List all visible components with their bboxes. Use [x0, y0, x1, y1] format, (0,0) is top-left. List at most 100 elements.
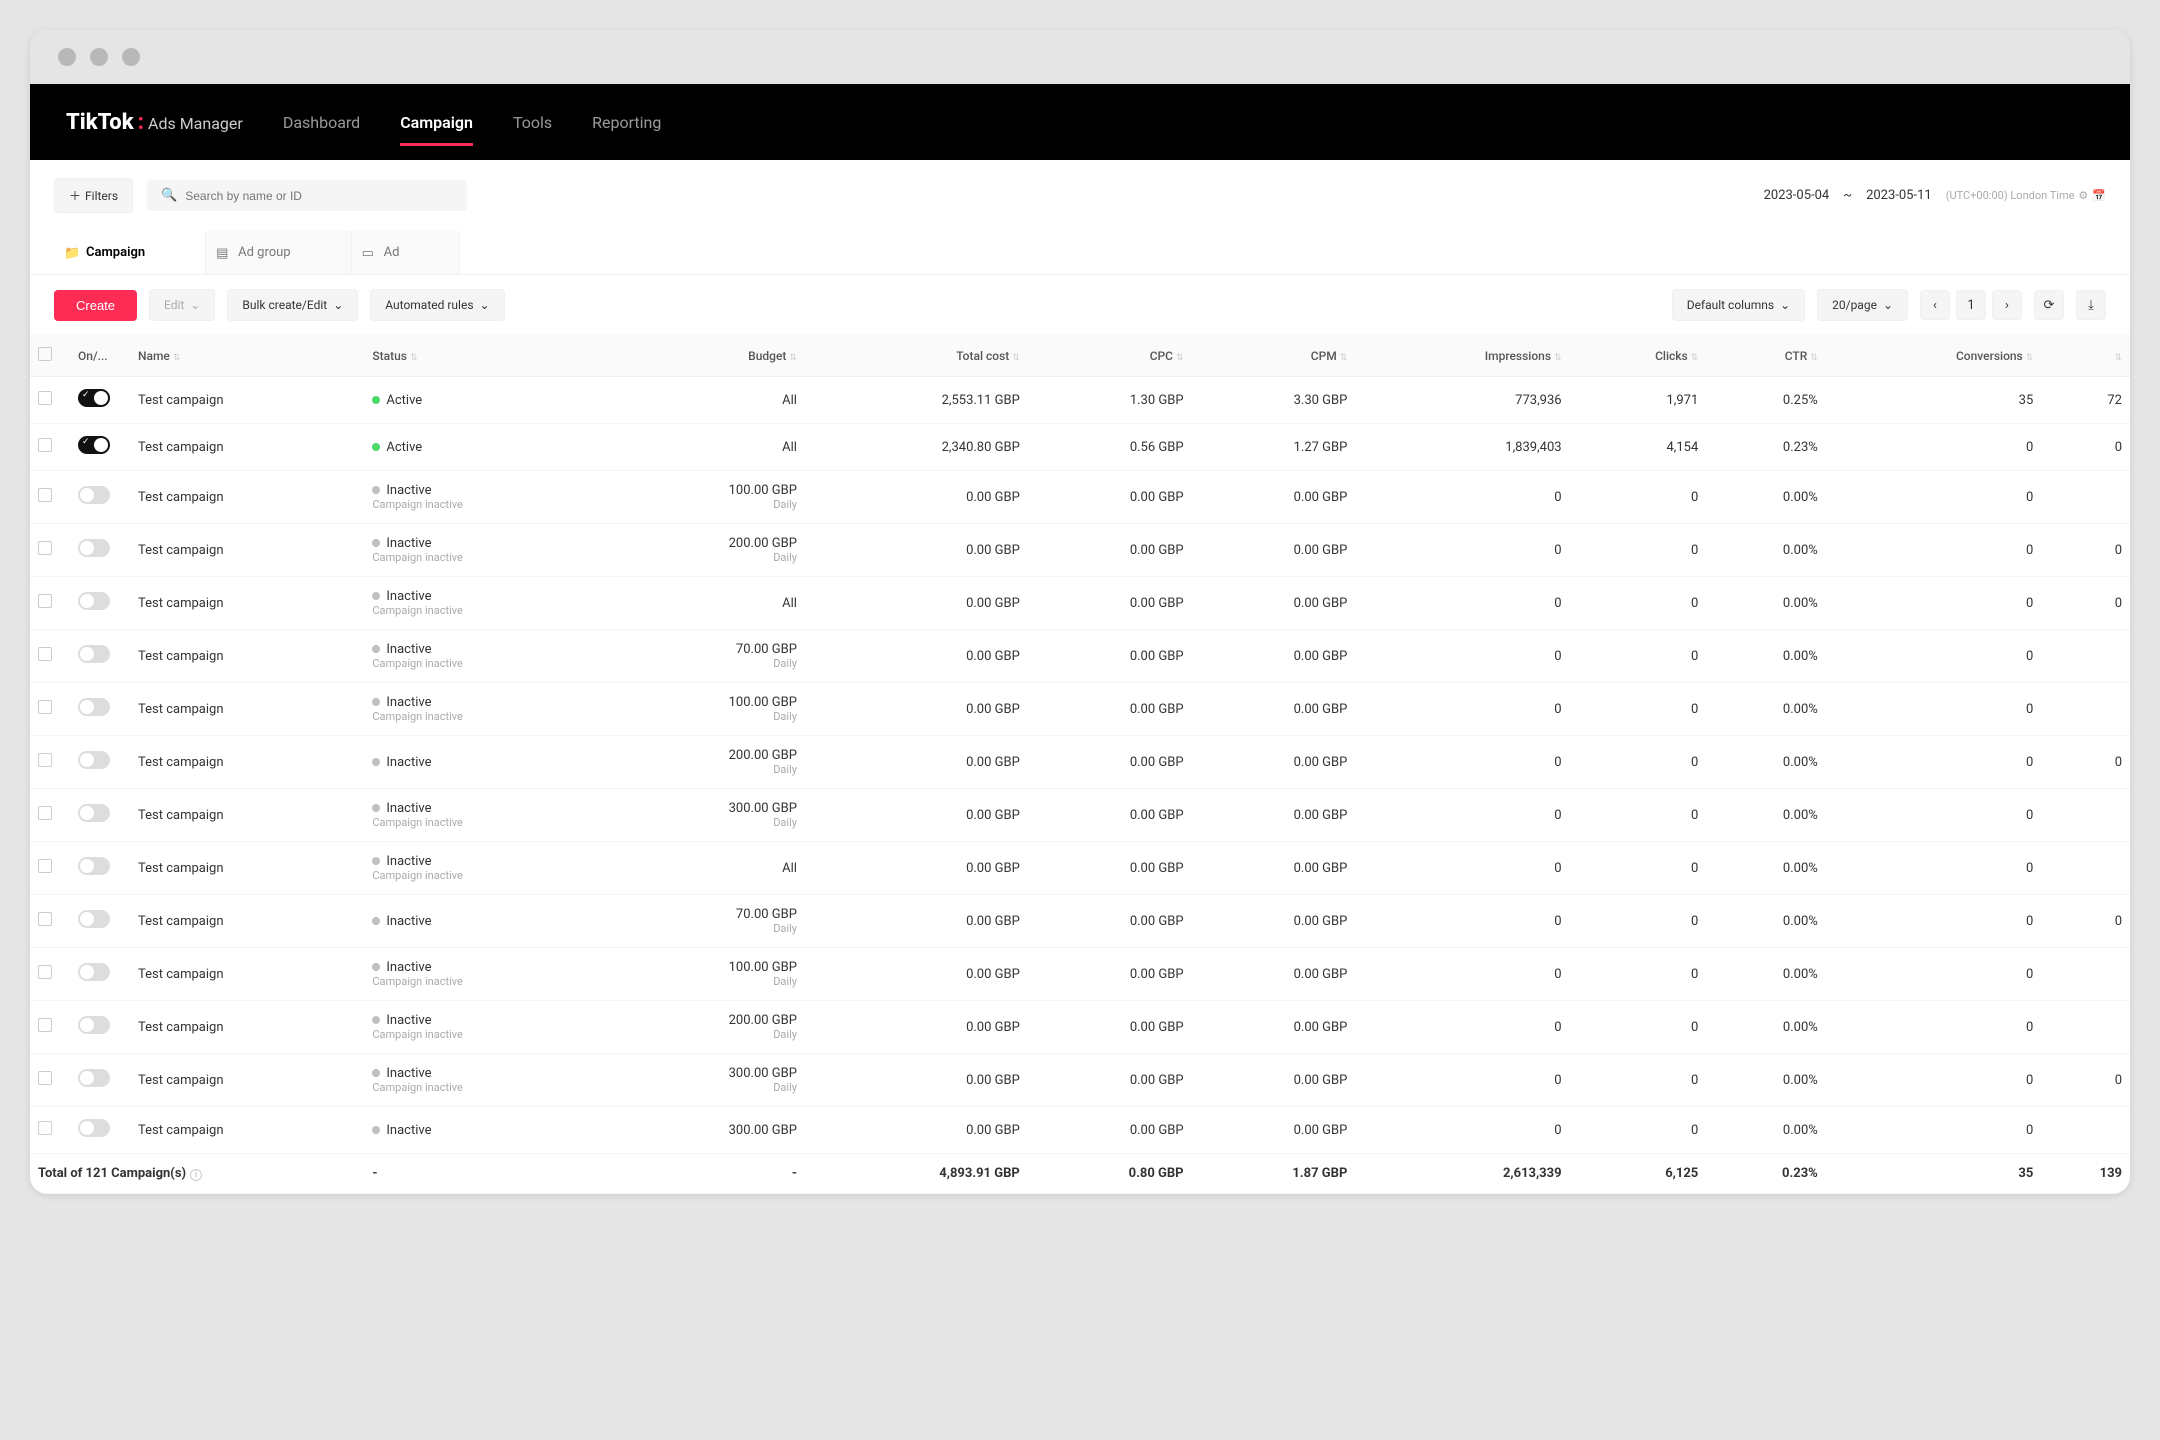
row-toggle[interactable]	[78, 645, 110, 663]
window-dot[interactable]	[58, 48, 76, 66]
row-checkbox[interactable]	[38, 806, 52, 820]
col-ck[interactable]	[30, 335, 70, 377]
page-number[interactable]: 1	[1956, 290, 1986, 320]
row-toggle[interactable]	[78, 698, 110, 716]
col-ck[interactable]: ⇅	[2041, 335, 2130, 377]
row-checkbox[interactable]	[38, 647, 52, 661]
window-dot[interactable]	[122, 48, 140, 66]
row-toggle[interactable]	[78, 486, 110, 504]
row-checkbox[interactable]	[38, 594, 52, 608]
row-checkbox[interactable]	[38, 488, 52, 502]
col-status[interactable]: Status⇅	[364, 335, 610, 377]
row-checkbox[interactable]	[38, 859, 52, 873]
row-name[interactable]: Test campaign	[130, 524, 364, 577]
row-cpm: 0.00 GBP	[1192, 630, 1356, 683]
row-name[interactable]: Test campaign	[130, 1054, 364, 1107]
sort-icon: ⇅	[1554, 353, 1562, 363]
create-button[interactable]: Create	[54, 290, 137, 321]
row-toggle[interactable]	[78, 1119, 110, 1137]
row-cpm: 0.00 GBP	[1192, 789, 1356, 842]
filters-button[interactable]: ＋ Filters	[54, 178, 133, 213]
col-clicks[interactable]: Clicks⇅	[1570, 335, 1707, 377]
row-checkbox[interactable]	[38, 438, 52, 452]
row-name[interactable]: Test campaign	[130, 1001, 364, 1054]
nav-item-dashboard[interactable]: Dashboard	[283, 87, 360, 158]
edit-button[interactable]: Edit ⌄	[149, 289, 215, 321]
row-toggle[interactable]	[78, 1016, 110, 1034]
row-name[interactable]: Test campaign	[130, 895, 364, 948]
bulk-button[interactable]: Bulk create/Edit ⌄	[227, 289, 358, 321]
row-name[interactable]: Test campaign	[130, 683, 364, 736]
status-dot-icon	[372, 963, 380, 971]
status-dot-icon	[372, 698, 380, 706]
tab-campaign[interactable]: 📁Campaign	[54, 231, 206, 274]
row-name[interactable]: Test campaign	[130, 948, 364, 1001]
row-name[interactable]: Test campaign	[130, 1107, 364, 1154]
row-toggle[interactable]	[78, 1069, 110, 1087]
row-cpm: 0.00 GBP	[1192, 1001, 1356, 1054]
row-name[interactable]: Test campaign	[130, 471, 364, 524]
col-cpm[interactable]: CPM⇅	[1192, 335, 1356, 377]
row-checkbox[interactable]	[38, 1121, 52, 1135]
checkbox-all[interactable]	[38, 347, 52, 361]
row-ext	[2041, 842, 2130, 895]
row-cost: 0.00 GBP	[805, 471, 1028, 524]
col-budget[interactable]: Budget⇅	[610, 335, 805, 377]
row-toggle[interactable]	[78, 910, 110, 928]
row-toggle[interactable]	[78, 539, 110, 557]
nav-item-campaign[interactable]: Campaign	[400, 87, 473, 158]
col-total-cost[interactable]: Total cost⇅	[805, 335, 1028, 377]
row-toggle[interactable]	[78, 751, 110, 769]
row-checkbox[interactable]	[38, 541, 52, 555]
prev-page-button[interactable]: ‹	[1920, 290, 1950, 320]
col-on-[interactable]: On/...	[70, 335, 130, 377]
row-checkbox[interactable]	[38, 391, 52, 405]
row-checkbox[interactable]	[38, 700, 52, 714]
tab-ad[interactable]: ▭Ad	[352, 231, 461, 274]
per-page-select[interactable]: 20/page ⌄	[1817, 289, 1908, 321]
row-toggle[interactable]	[78, 857, 110, 875]
date-from[interactable]: 2023-05-04	[1764, 188, 1830, 203]
export-button[interactable]: ⤓	[2076, 290, 2106, 320]
col-name[interactable]: Name⇅	[130, 335, 364, 377]
refresh-button[interactable]: ⟳	[2034, 290, 2064, 320]
col-conversions[interactable]: Conversions⇅	[1826, 335, 2042, 377]
row-toggle[interactable]	[78, 389, 110, 407]
row-checkbox[interactable]	[38, 912, 52, 926]
tab-ad-group[interactable]: ▤Ad group	[206, 231, 352, 274]
chevron-down-icon: ⌄	[190, 298, 200, 312]
col-cpc[interactable]: CPC⇅	[1028, 335, 1192, 377]
row-checkbox[interactable]	[38, 1071, 52, 1085]
search-input[interactable]	[185, 189, 453, 203]
date-to[interactable]: 2023-05-11	[1866, 188, 1932, 203]
date-sep: ~	[1843, 188, 1852, 203]
timezone-label[interactable]: (UTC+00:00) London Time ⚙ 📅	[1946, 189, 2106, 202]
nav-item-tools[interactable]: Tools	[513, 87, 552, 158]
row-toggle[interactable]	[78, 963, 110, 981]
search-box[interactable]: 🔍	[147, 180, 467, 211]
row-toggle[interactable]	[78, 804, 110, 822]
row-name[interactable]: Test campaign	[130, 630, 364, 683]
automated-rules-button[interactable]: Automated rules ⌄	[370, 289, 504, 321]
next-page-button[interactable]: ›	[1992, 290, 2022, 320]
row-checkbox[interactable]	[38, 753, 52, 767]
level-tabs: 📁Campaign▤Ad group▭Ad	[30, 231, 2130, 275]
row-toggle[interactable]	[78, 436, 110, 454]
table-row: Test campaignInactive200.00 GBPDaily0.00…	[30, 736, 2130, 789]
nav-item-reporting[interactable]: Reporting	[592, 87, 661, 158]
row-name[interactable]: Test campaign	[130, 577, 364, 630]
row-name[interactable]: Test campaign	[130, 842, 364, 895]
row-name[interactable]: Test campaign	[130, 377, 364, 424]
row-checkbox[interactable]	[38, 1018, 52, 1032]
row-name[interactable]: Test campaign	[130, 789, 364, 842]
row-name[interactable]: Test campaign	[130, 736, 364, 789]
row-toggle[interactable]	[78, 592, 110, 610]
col-impressions[interactable]: Impressions⇅	[1355, 335, 1569, 377]
columns-select[interactable]: Default columns ⌄	[1672, 289, 1805, 321]
col-ctr[interactable]: CTR⇅	[1706, 335, 1826, 377]
row-cpc: 0.00 GBP	[1028, 948, 1192, 1001]
window-dot[interactable]	[90, 48, 108, 66]
status-dot-icon	[372, 486, 380, 494]
row-name[interactable]: Test campaign	[130, 424, 364, 471]
row-checkbox[interactable]	[38, 965, 52, 979]
